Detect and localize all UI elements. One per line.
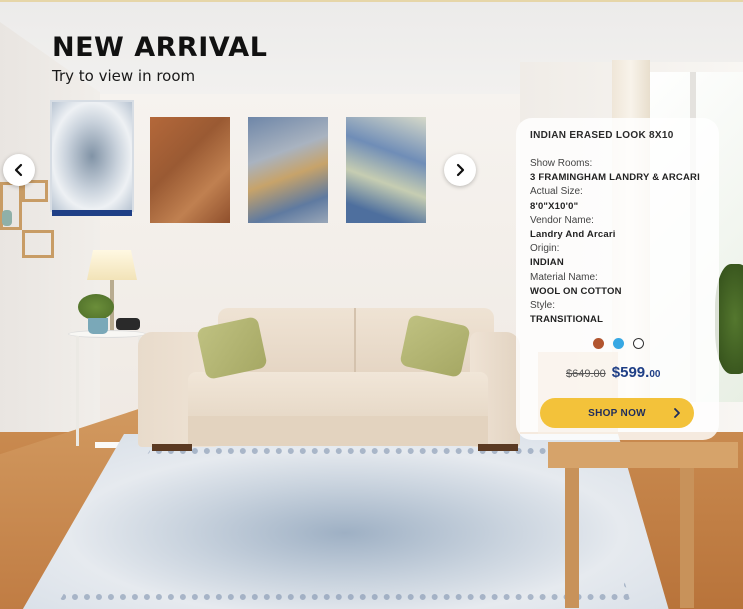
detail-label: Actual Size:	[530, 186, 583, 198]
detail-label: Style:	[530, 300, 556, 312]
shop-now-label: SHOP NOW	[588, 407, 646, 419]
rug-image	[248, 117, 328, 223]
wall-shelf	[22, 230, 54, 258]
telephone	[116, 318, 140, 330]
detail-value: 3 FRAMINGHAM LANDRY & ARCARI	[530, 172, 700, 184]
rug-thumbnail[interactable]	[346, 117, 426, 223]
detail-value: TRANSITIONAL	[530, 314, 604, 326]
rug-image	[150, 117, 230, 223]
chevron-left-icon	[14, 163, 23, 177]
chevron-right-icon	[674, 408, 680, 418]
chevron-right-icon	[456, 163, 465, 177]
page-title: NEW ARRIVAL	[52, 32, 268, 63]
product-name: INDIAN ERASED LOOK 8X10	[530, 130, 674, 141]
detail-label: Origin:	[530, 243, 560, 255]
price-block: $649.00 $599.00	[566, 364, 660, 382]
sofa-seam	[354, 308, 356, 380]
original-price: $649.00	[566, 368, 606, 380]
detail-value: Landry And Arcari	[530, 229, 616, 241]
sale-price-main: $599.	[611, 364, 650, 381]
product-details: Show Rooms: 3 FRAMINGHAM LANDRY & ARCARI…	[530, 157, 705, 327]
detail-label: Material Name:	[530, 271, 598, 283]
color-swatch-white[interactable]	[633, 338, 644, 349]
color-swatch-blue[interactable]	[613, 338, 624, 349]
rug-thumbnail[interactable]	[150, 117, 230, 223]
detail-label: Show Rooms:	[530, 158, 593, 169]
rug-image	[50, 100, 134, 212]
plant	[78, 294, 114, 320]
shop-now-button[interactable]: SHOP NOW	[540, 398, 694, 428]
detail-value: INDIAN	[530, 257, 564, 269]
rug-image	[346, 117, 426, 223]
color-swatch-rust[interactable]	[593, 338, 604, 349]
sofa-foot	[478, 444, 518, 451]
sale-price-cents: 00	[649, 369, 661, 380]
rug-thumbnail[interactable]	[248, 117, 328, 223]
dining-table	[548, 442, 738, 468]
carousel-prev-button[interactable]	[3, 154, 35, 186]
product-card: INDIAN ERASED LOOK 8X10 Show Rooms: 3 FR…	[516, 118, 719, 440]
rug-thumbnail-selected[interactable]	[50, 100, 134, 216]
table-leg	[680, 468, 694, 608]
carousel-next-button[interactable]	[444, 154, 476, 186]
detail-label: Vendor Name:	[530, 214, 594, 226]
lamp-shade	[87, 250, 137, 280]
sofa-base	[188, 416, 488, 446]
plant-pot	[88, 318, 108, 334]
sofa-seat	[188, 372, 488, 422]
selected-indicator	[52, 210, 132, 216]
plant-right	[715, 264, 743, 374]
room-scene: NEW ARRIVAL Try to view in room INDIAN E…	[0, 0, 743, 609]
sofa-foot	[152, 444, 192, 451]
table-leg	[565, 468, 579, 608]
color-swatches	[593, 338, 644, 349]
sale-price: $599.00	[612, 364, 661, 382]
side-table-leg	[76, 336, 79, 446]
vase	[2, 210, 12, 226]
detail-value: 8'0"X10'0"	[530, 200, 579, 212]
page-subtitle: Try to view in room	[52, 67, 196, 85]
detail-value: WOOL ON COTTON	[530, 285, 622, 297]
